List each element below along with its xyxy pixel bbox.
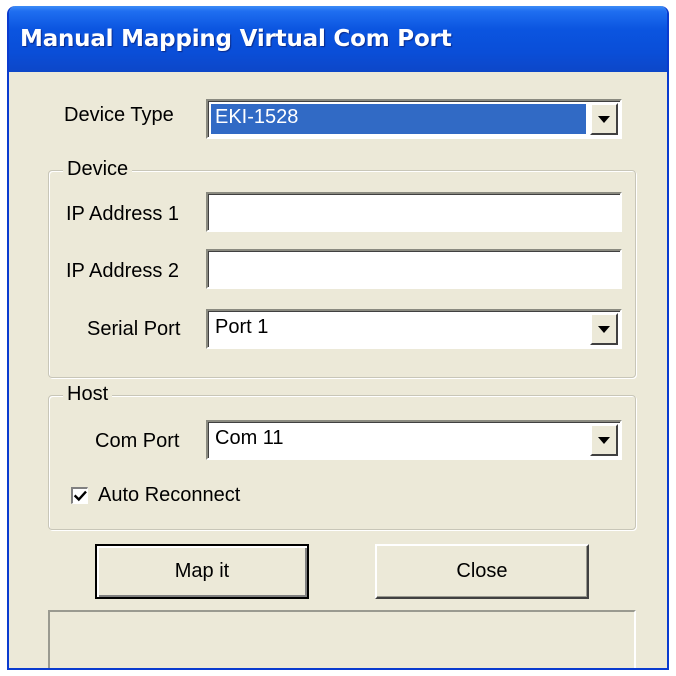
chevron-down-icon [598, 325, 610, 333]
title-bar[interactable]: Manual Mapping Virtual Com Port [9, 6, 667, 72]
com-port-label: Com Port [95, 430, 180, 452]
map-it-button[interactable]: Map it [95, 544, 309, 599]
checkmark-icon [73, 490, 87, 502]
serial-port-label: Serial Port [87, 318, 181, 340]
device-type-value: EKI-1528 [211, 104, 586, 134]
status-area [48, 610, 636, 668]
device-group-title: Device [63, 158, 133, 181]
serial-port-value: Port 1 [215, 316, 269, 338]
ip-address-2-input[interactable] [206, 249, 622, 289]
dialog-window: Manual Mapping Virtual Com Port Device T… [7, 6, 669, 670]
device-type-dropdown-button[interactable] [590, 103, 618, 135]
auto-reconnect-checkbox[interactable] [71, 487, 88, 504]
close-button[interactable]: Close [375, 544, 589, 599]
auto-reconnect-label[interactable]: Auto Reconnect [98, 484, 240, 507]
serial-port-select[interactable]: Port 1 [206, 309, 622, 349]
serial-port-dropdown-button[interactable] [590, 313, 618, 345]
com-port-value: Com 11 [215, 427, 284, 449]
chevron-down-icon [598, 115, 610, 123]
device-type-label: Device Type [64, 104, 174, 126]
chevron-down-icon [598, 436, 610, 444]
ip-address-1-input[interactable] [206, 192, 622, 232]
window-title: Manual Mapping Virtual Com Port [20, 26, 452, 52]
host-group-title: Host [63, 383, 113, 406]
ip-address-2-label: IP Address 2 [66, 260, 180, 282]
com-port-dropdown-button[interactable] [590, 424, 618, 456]
host-groupbox: Host [48, 383, 636, 530]
com-port-select[interactable]: Com 11 [206, 420, 622, 460]
device-type-select[interactable]: EKI-1528 [206, 99, 622, 139]
ip-address-1-label: IP Address 1 [66, 203, 180, 225]
